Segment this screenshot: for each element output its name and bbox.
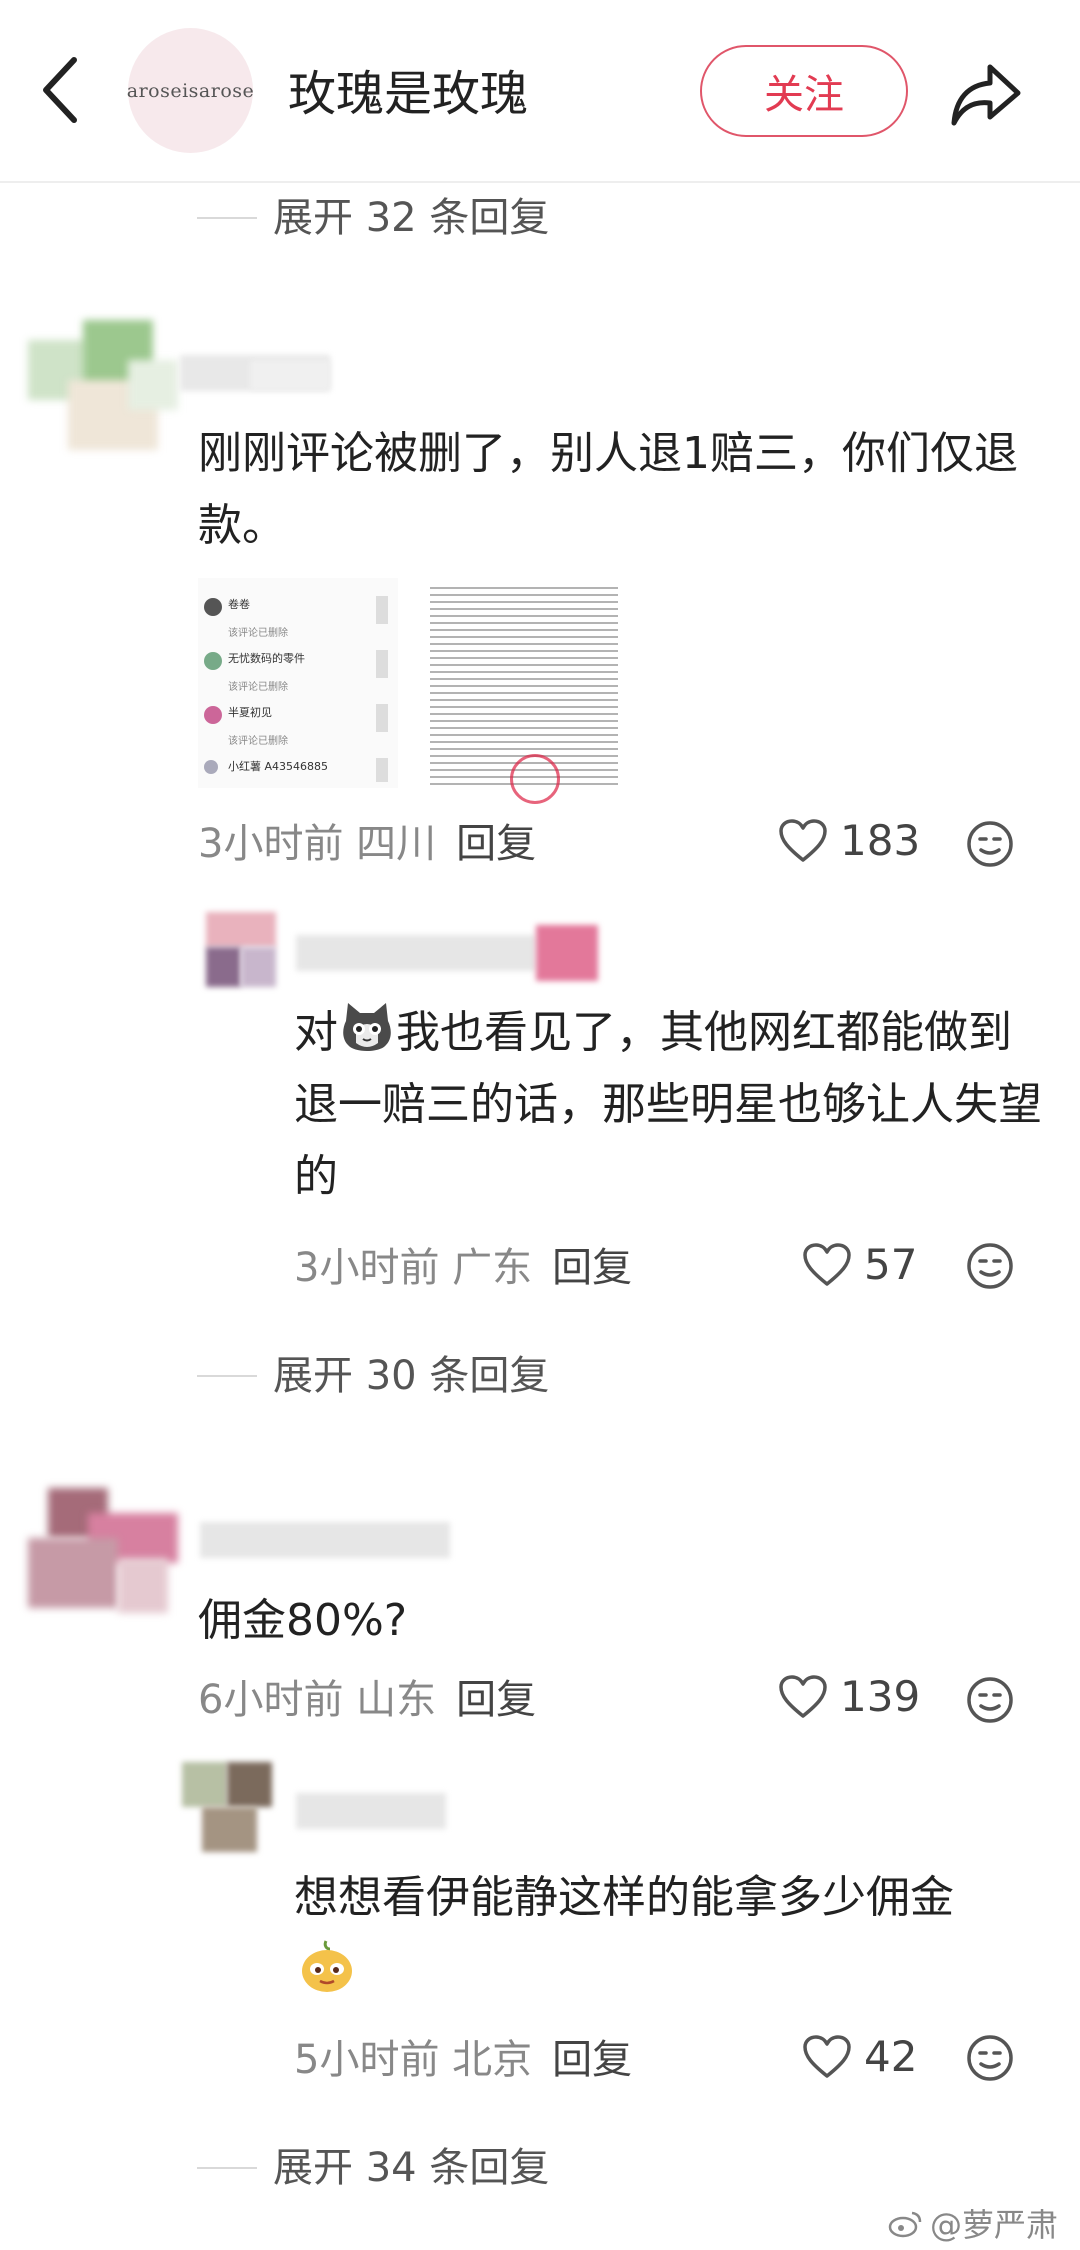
reply-text: 想想看伊能静这样的能拿多少佣金 — [294, 1872, 954, 1923]
like-button[interactable]: 42 — [802, 2032, 917, 2081]
list-status: 该评论已删除 — [228, 682, 288, 693]
like-button[interactable]: 139 — [778, 1672, 920, 1721]
reply-button[interactable]: 回复 — [552, 1245, 632, 1291]
expand-replies-label: 展开 30 条回复 — [273, 1353, 550, 1399]
list-username: 卷卷 — [228, 598, 250, 611]
heart-icon — [779, 1674, 827, 1718]
list-username: 无忧数码的零件 — [228, 652, 305, 665]
like-button[interactable]: 57 — [802, 1240, 917, 1289]
back-arrow-icon[interactable] — [34, 50, 94, 130]
reply-meta: 3小时前 广东 回复 — [294, 1240, 632, 1296]
reply-button[interactable]: 回复 — [552, 2037, 632, 2083]
list-avatar — [204, 760, 218, 774]
like-count: 57 — [864, 1240, 918, 1289]
reaction-face-icon[interactable] — [966, 820, 1014, 868]
username-blurred-part — [250, 360, 330, 390]
reaction-face-icon[interactable] — [966, 1676, 1014, 1724]
like-button[interactable]: 183 — [778, 816, 920, 865]
list-avatar — [204, 706, 222, 724]
reply-button[interactable]: 回复 — [456, 821, 536, 867]
heart-icon — [803, 1242, 851, 1286]
cat-emoji-icon — [343, 1003, 391, 1051]
time-location: 5小时前 北京 — [294, 2037, 533, 2083]
replier-avatar-blurred[interactable] — [182, 1762, 272, 1852]
list-avatar — [204, 598, 222, 616]
expand-replies-label: 展开 32 条回复 — [273, 195, 550, 241]
username-blurred[interactable] — [200, 1522, 450, 1558]
reply-meta: 5小时前 北京 回复 — [294, 2032, 632, 2088]
weibo-watermark: @萝严肃 — [888, 2200, 1058, 2246]
red-seal-stamp — [510, 754, 560, 804]
replier-avatar-blurred[interactable] — [206, 912, 276, 987]
expand-replies-button[interactable]: 展开 32 条回复 — [197, 190, 549, 246]
weibo-icon — [888, 2211, 922, 2238]
screenshot-list-panel: 卷卷 该评论已删除 无忧数码的零件 该评论已删除 半夏初见 该评论已删除 小红薯… — [198, 578, 398, 788]
username-blurred[interactable] — [296, 935, 536, 971]
like-count: 139 — [840, 1672, 921, 1721]
time-location: 3小时前 四川 — [198, 821, 437, 867]
watermark-text: @萝严肃 — [929, 2206, 1058, 2244]
list-username: 小红薯 A43546885 — [228, 760, 329, 773]
share-icon[interactable] — [946, 55, 1026, 135]
list-username: 半夏初见 — [228, 706, 272, 719]
commenter-avatar-blurred[interactable] — [28, 320, 178, 470]
author-name[interactable]: 玫瑰是玫瑰 — [288, 64, 528, 124]
side-mark — [376, 758, 388, 782]
comment-text: 佣金80%? — [198, 1595, 408, 1646]
divider-line — [197, 217, 257, 219]
expand-replies-button[interactable]: 展开 30 条回复 — [197, 1348, 549, 1404]
list-status: 该评论已删除 — [228, 628, 288, 639]
follow-button[interactable]: 关注 — [700, 45, 908, 137]
heart-icon — [779, 818, 827, 862]
heart-icon — [803, 2034, 851, 2078]
comment-image[interactable]: 卷卷 该评论已删除 无忧数码的零件 该评论已删除 半夏初见 该评论已删除 小红薯… — [198, 578, 618, 804]
expand-replies-label: 展开 34 条回复 — [273, 2145, 550, 2191]
time-location: 3小时前 广东 — [294, 1245, 533, 1291]
badge-blurred — [536, 925, 598, 981]
divider-line — [197, 1375, 257, 1377]
like-count: 42 — [864, 2032, 918, 2081]
commenter-avatar-blurred[interactable] — [28, 1488, 178, 1618]
comment-text: 刚刚评论被删了，别人退1赔三，你们仅退款。 — [198, 428, 1018, 551]
side-mark — [376, 704, 388, 732]
comment-meta: 6小时前 山东 回复 — [198, 1672, 536, 1728]
reaction-face-icon[interactable] — [966, 1242, 1014, 1290]
username-blurred[interactable] — [296, 1793, 446, 1829]
time-location: 6小时前 山东 — [198, 1677, 437, 1723]
comment-meta: 3小时前 四川 回复 — [198, 816, 536, 872]
top-bar: aroseisarose 玫瑰是玫瑰 关注 — [0, 0, 1080, 183]
divider-line — [197, 2167, 257, 2169]
like-count: 183 — [840, 816, 921, 865]
side-mark — [376, 596, 388, 624]
list-avatar — [204, 652, 222, 670]
reaction-face-icon[interactable] — [966, 2034, 1014, 2082]
reply-text: 对 我也看见了，其他网红都能做到退一赔三的话，那些明星也够让人失望的 — [294, 997, 1044, 1213]
side-mark — [376, 650, 388, 678]
author-avatar[interactable]: aroseisarose — [126, 28, 255, 153]
avatar-logo-text: aroseisarose — [126, 79, 255, 102]
reply-button[interactable]: 回复 — [456, 1677, 536, 1723]
list-status: 该评论已删除 — [228, 736, 288, 747]
expand-replies-button[interactable]: 展开 34 条回复 — [197, 2140, 549, 2196]
smiling-face-emoji-icon — [302, 1940, 352, 1992]
